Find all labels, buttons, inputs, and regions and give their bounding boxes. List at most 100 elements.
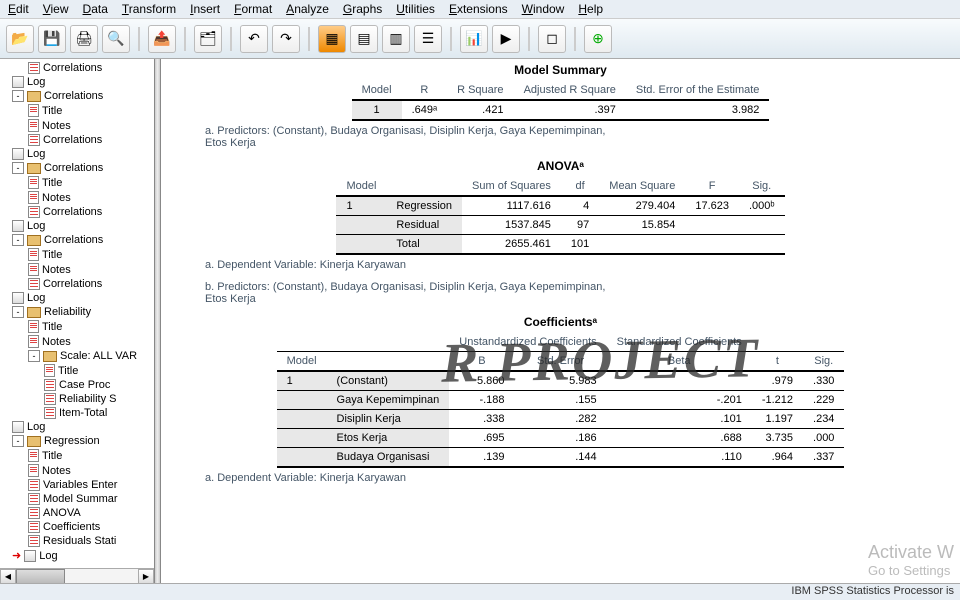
open-button[interactable]: 📂 xyxy=(6,25,34,53)
add-button[interactable]: ⊕ xyxy=(584,25,612,53)
tree-reliability-s[interactable]: Reliability S xyxy=(0,392,154,406)
menu-graphs[interactable]: Graphs xyxy=(343,2,382,16)
log-icon xyxy=(12,292,24,304)
doc-icon xyxy=(28,104,39,117)
model-summary-note: a. Predictors: (Constant), Budaya Organi… xyxy=(205,125,625,149)
sidebar-hscroll[interactable]: ◀ ▶ xyxy=(0,568,154,584)
tree-title[interactable]: Title xyxy=(0,448,154,463)
table-icon xyxy=(28,278,40,290)
select-button[interactable]: ☰ xyxy=(414,25,442,53)
menu-utilities[interactable]: Utilities xyxy=(396,2,435,16)
collapse-icon[interactable]: - xyxy=(12,234,24,246)
log-icon xyxy=(24,550,36,562)
folder-icon xyxy=(27,235,41,246)
tree-item-total[interactable]: Item-Total xyxy=(0,406,154,420)
undo-button[interactable]: ↶ xyxy=(240,25,268,53)
designate-button[interactable]: ◻ xyxy=(538,25,566,53)
collapse-icon[interactable]: - xyxy=(12,435,24,447)
tree-reliability[interactable]: -Reliability xyxy=(0,305,154,319)
tree-residuals-stati[interactable]: Residuals Stati xyxy=(0,534,154,548)
goto-case-button[interactable]: ▤ xyxy=(350,25,378,53)
anova-title: ANOVAᵃ xyxy=(191,159,930,173)
tree-label: Model Summar xyxy=(43,493,118,505)
tree-title[interactable]: Title xyxy=(0,319,154,334)
tree-correlations[interactable]: Correlations xyxy=(0,205,154,219)
redo-button[interactable]: ↷ xyxy=(272,25,300,53)
tree-label: Coefficients xyxy=(43,521,100,533)
tree-variables-enter[interactable]: Variables Enter xyxy=(0,478,154,492)
tree-log[interactable]: Log xyxy=(0,75,154,89)
tree-log[interactable]: ➜Log xyxy=(0,548,154,563)
tree-model-summar[interactable]: Model Summar xyxy=(0,492,154,506)
tree-log[interactable]: Log xyxy=(0,219,154,233)
scroll-left-icon[interactable]: ◀ xyxy=(0,569,16,584)
run-button[interactable]: ▶ xyxy=(492,25,520,53)
table-icon xyxy=(44,407,56,419)
save-button[interactable]: 💾 xyxy=(38,25,66,53)
chart-button[interactable]: 📊 xyxy=(460,25,488,53)
table-icon xyxy=(44,393,56,405)
collapse-icon[interactable]: - xyxy=(12,306,24,318)
activate-line1: Activate W xyxy=(868,542,954,563)
tree-title[interactable]: Title xyxy=(0,363,154,378)
coef-table: Unstandardized CoefficientsStandardized … xyxy=(277,333,845,468)
tree-notes[interactable]: Notes xyxy=(0,118,154,133)
tree-notes[interactable]: Notes xyxy=(0,262,154,277)
menu-help[interactable]: Help xyxy=(578,2,603,16)
menu-extensions[interactable]: Extensions xyxy=(449,2,508,16)
preview-button[interactable]: 🔍 xyxy=(102,25,130,53)
table-icon xyxy=(28,507,40,519)
tree-notes[interactable]: Notes xyxy=(0,190,154,205)
recall-button[interactable]: 🗂 xyxy=(194,25,222,53)
tree-anova[interactable]: ANOVA xyxy=(0,506,154,520)
menu-data[interactable]: Data xyxy=(83,2,108,16)
goto-data-button[interactable]: ▦ xyxy=(318,25,346,53)
tree-label: Notes xyxy=(42,465,71,477)
tree-label: Correlations xyxy=(44,162,103,174)
tree-notes[interactable]: Notes xyxy=(0,334,154,349)
menu-view[interactable]: View xyxy=(43,2,69,16)
tree-case-proc[interactable]: Case Proc xyxy=(0,378,154,392)
menu-window[interactable]: Window xyxy=(522,2,565,16)
tree-label: Notes xyxy=(42,264,71,276)
collapse-icon[interactable]: - xyxy=(12,90,24,102)
activate-line2: Go to Settings xyxy=(868,563,954,578)
tree-correlations[interactable]: -Correlations xyxy=(0,233,154,247)
tree-correlations[interactable]: Correlations xyxy=(0,133,154,147)
variables-button[interactable]: ▥ xyxy=(382,25,410,53)
anova-table: ModelSum of SquaresdfMean SquareFSig.1Re… xyxy=(336,177,784,255)
tree-label: Title xyxy=(42,249,62,261)
menu-format[interactable]: Format xyxy=(234,2,272,16)
tree-coefficients[interactable]: Coefficients xyxy=(0,520,154,534)
tree-correlations[interactable]: - Correlations xyxy=(0,161,154,175)
menu-edit[interactable]: Edit xyxy=(8,2,29,16)
menu-analyze[interactable]: Analyze xyxy=(286,2,329,16)
tree-title[interactable]: Title xyxy=(0,175,154,190)
log-icon xyxy=(12,76,24,88)
tree-regression[interactable]: -Regression xyxy=(0,434,154,448)
tree-label: Residuals Stati xyxy=(43,535,116,547)
tree-title[interactable]: Title xyxy=(0,103,154,118)
print-button[interactable]: 🖨 xyxy=(70,25,98,53)
table-icon xyxy=(28,206,40,218)
tree-correlations[interactable]: Correlations xyxy=(0,61,154,75)
menu-transform[interactable]: Transform xyxy=(122,2,176,16)
tree-notes[interactable]: Notes xyxy=(0,463,154,478)
tree-label: Correlations xyxy=(43,206,102,218)
folder-icon xyxy=(43,351,57,362)
doc-icon xyxy=(28,263,39,276)
scroll-right-icon[interactable]: ▶ xyxy=(138,569,154,584)
tree-correlations[interactable]: -Correlations xyxy=(0,89,154,103)
collapse-icon[interactable]: - xyxy=(28,350,40,362)
menubar: Edit View Data Transform Insert Format Analyze… xyxy=(0,0,960,19)
tree-title[interactable]: Title xyxy=(0,247,154,262)
tree-label: Notes xyxy=(42,336,71,348)
tree-scale:-all-var[interactable]: -Scale: ALL VAR xyxy=(0,349,154,363)
tree-log[interactable]: Log xyxy=(0,147,154,161)
collapse-icon[interactable]: - xyxy=(12,162,24,174)
tree-log[interactable]: Log xyxy=(0,291,154,305)
menu-insert[interactable]: Insert xyxy=(190,2,220,16)
tree-correlations[interactable]: Correlations xyxy=(0,277,154,291)
export-button[interactable]: 📤 xyxy=(148,25,176,53)
tree-log[interactable]: Log xyxy=(0,420,154,434)
